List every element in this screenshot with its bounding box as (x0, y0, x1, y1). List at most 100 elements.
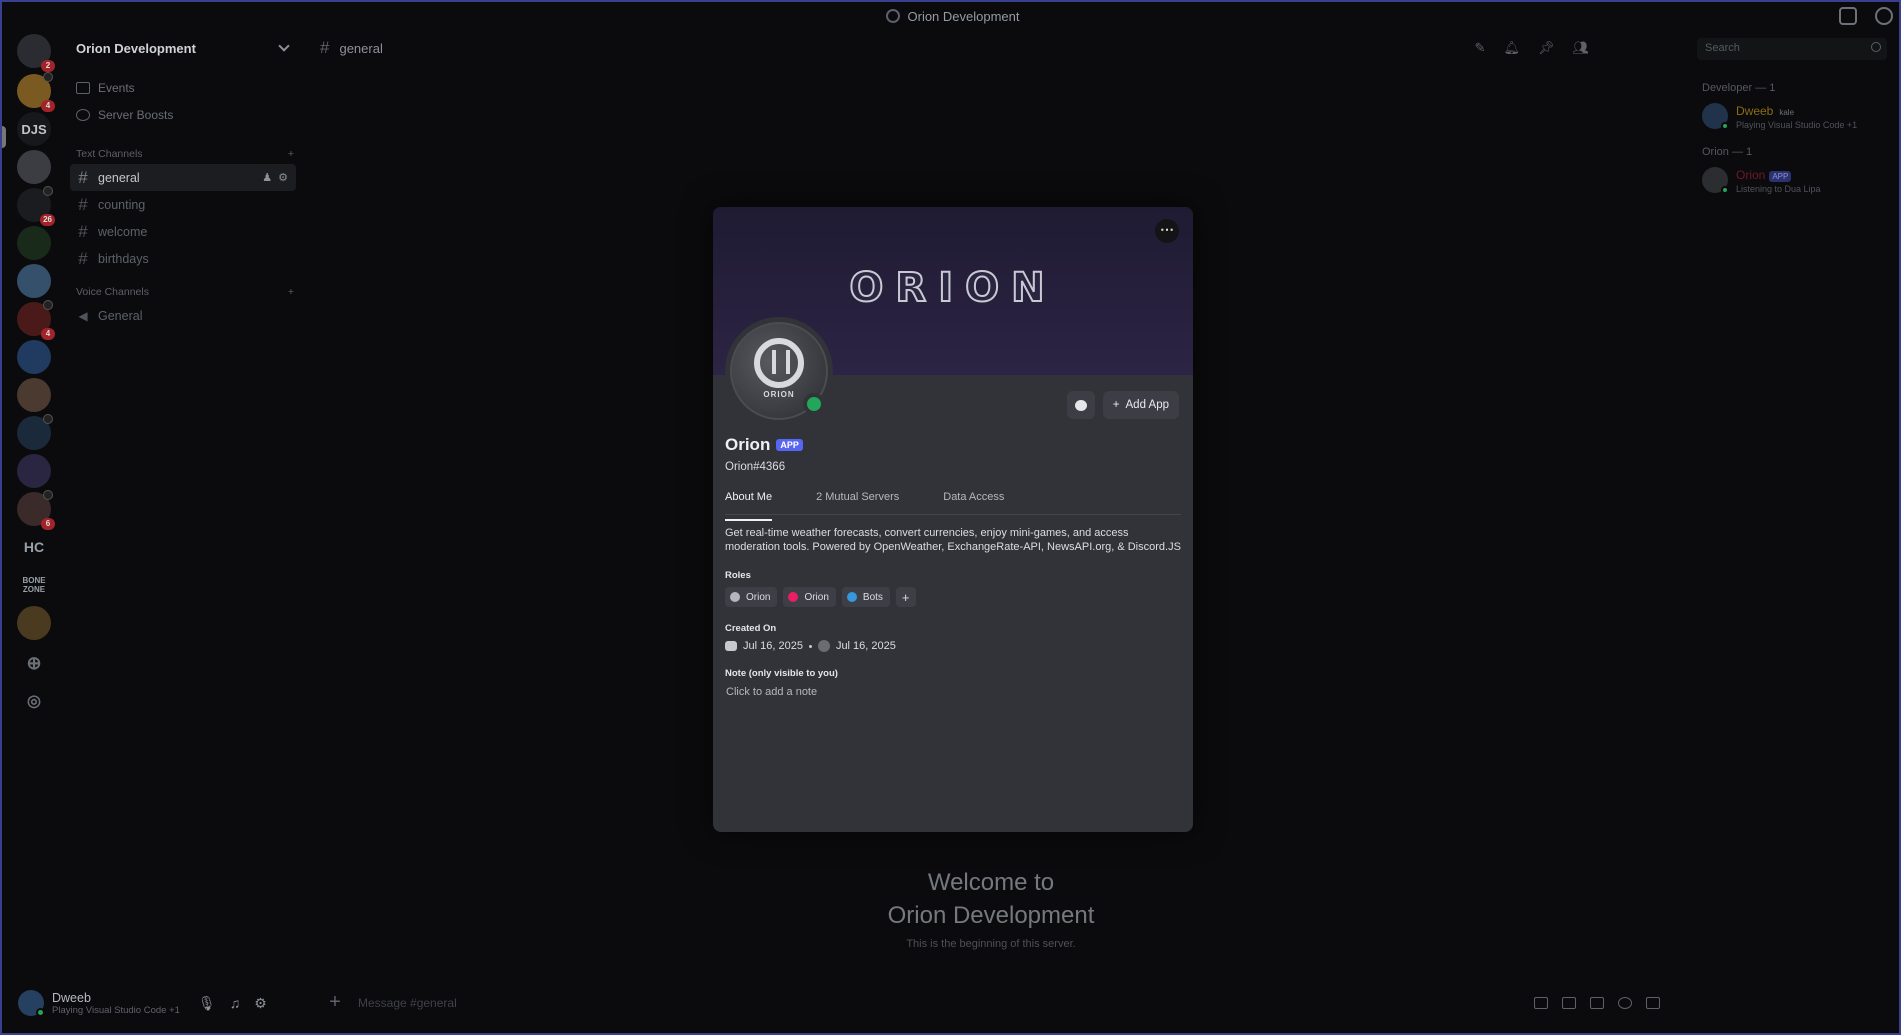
profile-modal: ORION ⋯ ORION + Add App Orion APP Orion#43… (713, 207, 1193, 832)
more-options-button[interactable]: ⋯ (1155, 219, 1179, 243)
server-icon-button[interactable]: 26 (17, 186, 55, 226)
channel-name: welcome (98, 224, 148, 239)
gif-icon[interactable] (1562, 997, 1576, 1009)
server-icon-button[interactable] (17, 606, 51, 640)
add-app-label: Add App (1125, 399, 1169, 411)
server-icon-button[interactable] (17, 264, 51, 298)
header-toolbar: ✎ 🔔︎ 📌︎ 👥︎ (1475, 40, 1589, 56)
server-icon-button[interactable] (17, 226, 51, 260)
role-label: Orion (746, 591, 771, 603)
boost-icon (76, 108, 90, 121)
direct-messages-button[interactable]: 2 (17, 34, 55, 72)
search-icon (1871, 42, 1881, 52)
channel-general[interactable]: # general ♟ ⚙ (70, 164, 296, 191)
server-icon-button[interactable]: DJS (17, 112, 51, 146)
add-server-icon[interactable]: ⊕ (17, 646, 51, 680)
channel-name: general (98, 170, 140, 185)
voice-channels-category[interactable]: Voice Channels + (70, 282, 302, 302)
gear-icon[interactable]: ⚙ (254, 995, 267, 1012)
server-header[interactable]: Orion Development (70, 30, 302, 66)
role-color-dot (788, 592, 799, 602)
server-rail: 2 4 DJS 26 4 6 HC BONE ZONE ⊕ ◎ (2, 30, 70, 1030)
server-icon-button[interactable] (17, 454, 51, 488)
sticker-icon[interactable] (1590, 997, 1604, 1009)
avatar[interactable] (18, 990, 45, 1017)
server-initials: BONE ZONE (22, 576, 46, 594)
mention-badge: 2 (41, 60, 55, 72)
user-name[interactable]: Dweeb (52, 991, 180, 1005)
members-icon[interactable]: 👥︎ (1572, 40, 1589, 56)
tab-mutual-servers[interactable]: 2 Mutual Servers (816, 491, 899, 514)
tab-data-access[interactable]: Data Access (943, 491, 1004, 514)
text-channels-category[interactable]: Text Channels + (70, 144, 302, 164)
add-role-button[interactable]: + (895, 587, 916, 607)
hash-icon: # (78, 248, 88, 268)
user-status: Playing Visual Studio Code +1 (52, 1004, 180, 1016)
channel-counting[interactable]: # counting (70, 191, 296, 218)
server-boosts-item[interactable]: Server Boosts (70, 101, 302, 128)
pin-icon[interactable]: 📌︎ (1538, 40, 1555, 56)
profile-avatar[interactable]: ORION (725, 317, 833, 425)
add-app-button[interactable]: + Add App (1102, 391, 1179, 419)
channel-name: General (98, 308, 143, 323)
discover-icon[interactable]: ◎ (17, 684, 51, 718)
avatar (1702, 103, 1729, 130)
add-channel-icon[interactable]: + (288, 286, 294, 298)
message-composer[interactable]: + Message #general (320, 986, 1680, 1020)
discord-window: Orion Development 2 4 DJS 26 4 6 HC BONE… (0, 0, 1901, 1035)
hash-icon: # (78, 194, 88, 214)
role-pill[interactable]: Orion (783, 587, 836, 607)
composer-placeholder: Message #general (358, 996, 457, 1010)
bell-icon[interactable]: 🔔︎ (1503, 40, 1520, 56)
gear-icon[interactable]: ⚙ (278, 171, 288, 184)
server-icon-button[interactable] (17, 340, 51, 374)
server-icon-button[interactable]: 6 (17, 490, 55, 530)
server-icon-button[interactable]: 4 (17, 300, 55, 340)
apps-icon[interactable] (1646, 997, 1660, 1009)
add-attachment-icon[interactable]: + (324, 992, 346, 1014)
speaker-icon: ◀ (78, 308, 88, 323)
server-icon-button[interactable]: BONE ZONE (17, 568, 51, 602)
server-icon-button[interactable]: HC (17, 530, 51, 564)
profile-name: Orion (725, 435, 771, 454)
add-channel-icon[interactable]: + (288, 148, 294, 160)
microphone-icon[interactable]: 🎙︎ (198, 995, 216, 1012)
invite-icon[interactable]: ♟ (262, 171, 272, 184)
note-input[interactable]: Click to add a note (725, 686, 1181, 698)
role-pill[interactable]: Bots (841, 587, 890, 607)
server-icon-button[interactable] (17, 378, 51, 412)
threads-icon[interactable]: ✎ (1475, 40, 1486, 56)
discord-created-date: Jul 16, 2025 (743, 640, 803, 652)
member-tag: kale (1779, 108, 1795, 117)
headphones-icon[interactable]: ♫ (230, 995, 241, 1012)
created-heading: Created On (725, 623, 777, 634)
plus-icon: + (1112, 399, 1120, 411)
calendar-icon (76, 81, 90, 94)
server-icon-button[interactable] (17, 414, 53, 450)
member-item[interactable]: Orion APP Listening to Dua Lipa (1702, 166, 1899, 194)
member-activity: Listening to Dua Lipa (1736, 184, 1821, 194)
category-label: Text Channels (76, 148, 143, 160)
message-button[interactable] (1066, 391, 1095, 419)
member-item[interactable]: Dweeb kale Playing Visual Studio Code +1 (1702, 102, 1899, 130)
channel-birthdays[interactable]: # birthdays (70, 245, 296, 272)
emoji-icon[interactable] (1618, 997, 1632, 1009)
hash-icon: # (78, 221, 88, 241)
help-icon[interactable] (1875, 7, 1893, 25)
role-pill[interactable]: Orion (725, 587, 778, 607)
server-icon-orion[interactable] (17, 150, 51, 184)
voice-channel-general[interactable]: ◀ General (70, 302, 296, 329)
channel-welcome[interactable]: # welcome (70, 218, 296, 245)
events-item[interactable]: Events (70, 74, 302, 101)
title-bar: Orion Development (2, 2, 1899, 30)
server-icon-button[interactable]: 4 (17, 72, 55, 112)
server-initials: DJS (21, 121, 47, 137)
search-input[interactable]: Search (1697, 38, 1887, 60)
gift-icon[interactable] (1534, 997, 1548, 1009)
created-dates: Jul 16, 2025 Jul 16, 2025 (725, 640, 1181, 652)
inbox-icon[interactable] (1839, 7, 1857, 25)
member-list: Developer — 1 Dweeb kale Playing Visual S… (1702, 82, 1899, 210)
online-status (36, 1008, 45, 1017)
avatar (1702, 167, 1729, 194)
tab-about-me[interactable]: About Me (725, 491, 773, 521)
